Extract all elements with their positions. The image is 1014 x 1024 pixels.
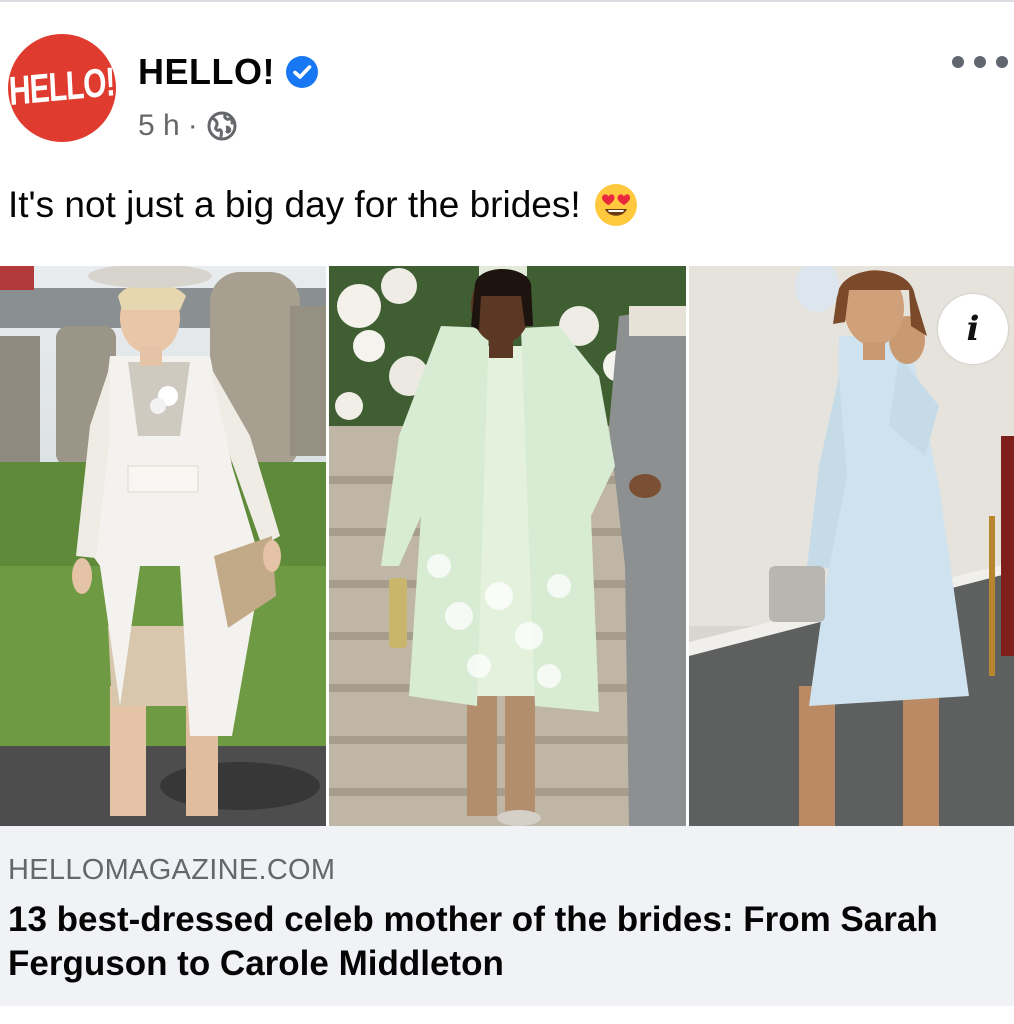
globe-icon[interactable]	[206, 110, 238, 142]
bottom-spacer	[0, 1006, 1014, 1024]
post-caption: It's not just a big day for the brides!	[8, 182, 998, 228]
smiling-face-with-heart-eyes-icon	[593, 182, 639, 228]
page-name-row: HELLO!	[138, 50, 319, 94]
verified-badge-icon	[285, 55, 319, 89]
more-dot	[974, 56, 986, 68]
info-icon[interactable]: i	[938, 294, 1008, 364]
post-caption-text: It's not just a big day for the brides!	[8, 184, 581, 225]
link-domain: HELLOMAGAZINE.COM	[8, 854, 336, 886]
facebook-post: HELLO! HELLO! 5 h · It's not just a big …	[0, 0, 1014, 1024]
more-dot	[952, 56, 964, 68]
page-avatar-logo-text: HELLO!	[8, 60, 116, 115]
meta-separator: ·	[187, 109, 198, 142]
link-title[interactable]: 13 best-dressed celeb mother of the brid…	[8, 898, 1008, 986]
top-divider	[0, 0, 1014, 2]
photo-collage[interactable]	[0, 266, 1014, 826]
link-preview[interactable]: HELLOMAGAZINE.COM 13 best-dressed celeb …	[0, 826, 1014, 1006]
more-options-icon[interactable]	[952, 44, 1008, 80]
page-avatar[interactable]: HELLO!	[8, 34, 116, 142]
photo-mother-mint-coat[interactable]	[329, 266, 686, 826]
photo-mother-white-coat[interactable]	[0, 266, 326, 826]
post-timestamp[interactable]: 5 h	[138, 109, 180, 143]
more-dot	[996, 56, 1008, 68]
page-name-link[interactable]: HELLO!	[138, 51, 275, 93]
post-meta: 5 h ·	[138, 106, 238, 146]
